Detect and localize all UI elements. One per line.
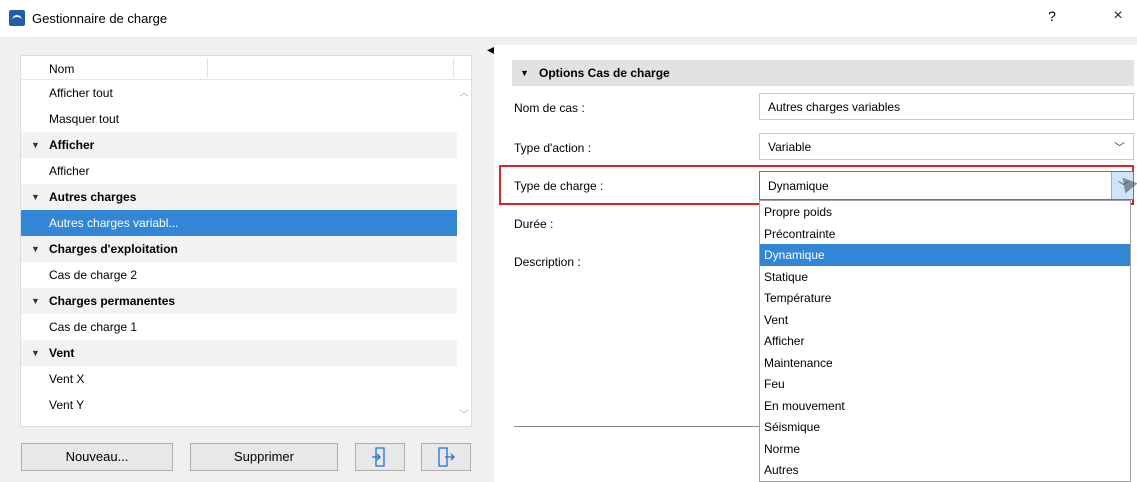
window-title: Gestionnaire de charge xyxy=(32,11,168,26)
load-case-tree: Nom Afficher tout Masquer tout ▼ Afficher… xyxy=(20,55,472,427)
tree-group[interactable]: ▼ Vent xyxy=(21,340,457,366)
scroll-up-icon[interactable]: ︿ xyxy=(459,84,469,99)
load-type-option[interactable]: Température xyxy=(760,287,1130,309)
app-icon xyxy=(9,10,25,26)
duration-label: Durée : xyxy=(514,217,554,231)
column-separator xyxy=(453,58,454,78)
chevron-down-icon: ﹀ xyxy=(1114,142,1125,154)
section-header[interactable]: ▼ Options Cas de charge xyxy=(512,60,1134,86)
collapse-triangle-icon[interactable]: ▼ xyxy=(31,192,40,202)
tree-group[interactable]: ▼ Autres charges xyxy=(21,184,457,210)
tree-item[interactable]: Cas de charge 2 xyxy=(21,262,457,288)
load-type-option[interactable]: Précontrainte xyxy=(760,223,1130,245)
new-button[interactable]: Nouveau... xyxy=(21,443,173,471)
tree-group[interactable]: ▼ Charges permanentes xyxy=(21,288,457,314)
load-type-option[interactable]: Norme xyxy=(760,438,1130,460)
action-type-dropdown[interactable]: Variable ﹀ xyxy=(759,133,1134,160)
load-type-option[interactable]: Dynamique xyxy=(760,244,1130,266)
column-nom[interactable]: Nom xyxy=(49,62,74,76)
load-type-option[interactable]: Feu xyxy=(760,373,1130,395)
load-type-list: Propre poids Précontrainte Dynamique Statiq… xyxy=(759,200,1131,482)
collapse-triangle-icon[interactable]: ▼ xyxy=(31,244,40,254)
scroll-down-icon[interactable]: ﹀ xyxy=(459,406,469,421)
tree-item[interactable]: Vent X xyxy=(21,366,457,392)
description-label: Description : xyxy=(514,255,581,269)
case-name-label: Nom de cas : xyxy=(514,101,585,115)
collapse-triangle-icon[interactable]: ▼ xyxy=(31,140,40,150)
divider xyxy=(514,426,760,427)
tree-group[interactable]: ▼ Charges d'exploitation xyxy=(21,236,457,262)
export-icon xyxy=(438,447,455,467)
load-type-dropdown[interactable]: Dynamique ﹀ xyxy=(759,171,1134,200)
load-type-option[interactable]: Maintenance xyxy=(760,352,1130,374)
tree-column-header: Nom xyxy=(21,56,471,80)
collapse-triangle-icon[interactable]: ▼ xyxy=(31,348,40,358)
load-type-option[interactable]: Statique xyxy=(760,266,1130,288)
load-type-option[interactable]: Propre poids xyxy=(760,201,1130,223)
load-type-option[interactable]: Séismique xyxy=(760,416,1130,438)
tree-group[interactable]: ▼ Afficher xyxy=(21,132,457,158)
collapse-triangle-icon: ▼ xyxy=(520,68,529,78)
case-name-field[interactable]: Autres charges variables xyxy=(759,93,1134,120)
import-icon xyxy=(372,447,385,467)
load-type-option[interactable]: Afficher xyxy=(760,330,1130,352)
tree-item[interactable]: Masquer tout xyxy=(21,106,457,132)
column-separator[interactable] xyxy=(207,58,208,78)
help-button[interactable]: ? xyxy=(1042,8,1062,28)
import-button[interactable] xyxy=(355,443,405,471)
load-type-option[interactable]: Autres xyxy=(760,459,1130,481)
tree-item-selected[interactable]: Autres charges variabl... xyxy=(21,210,457,236)
collapse-triangle-icon[interactable]: ▼ xyxy=(31,296,40,306)
delete-button[interactable]: Supprimer xyxy=(190,443,338,471)
tree-item[interactable]: Afficher xyxy=(21,158,457,184)
load-type-label: Type de charge : xyxy=(514,179,604,193)
tree-item[interactable]: Afficher tout xyxy=(21,80,457,106)
tree-item[interactable]: Vent Y xyxy=(21,392,457,418)
load-type-option[interactable]: En mouvement xyxy=(760,395,1130,417)
load-type-option[interactable]: Vent xyxy=(760,309,1130,331)
tree-item[interactable]: Cas de charge 1 xyxy=(21,314,457,340)
title-bar: Gestionnaire de charge ? × xyxy=(0,0,1137,38)
close-button[interactable]: × xyxy=(1108,7,1128,27)
action-type-label: Type d'action : xyxy=(514,141,592,155)
export-button[interactable] xyxy=(421,443,471,471)
